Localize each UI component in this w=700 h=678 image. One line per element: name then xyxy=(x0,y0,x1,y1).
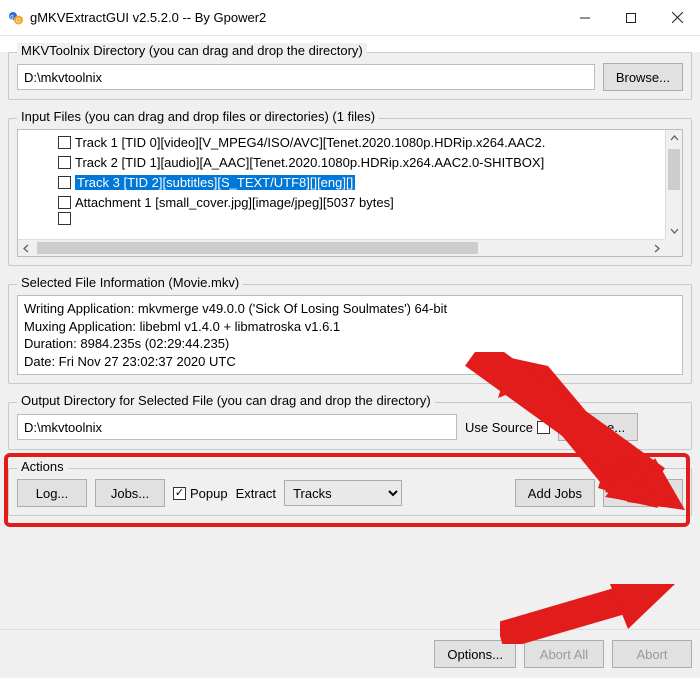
actions-group: Actions Log... Jobs... Popup Extract Tra… xyxy=(8,468,692,516)
options-button[interactable]: Options... xyxy=(434,640,516,668)
scroll-down-button[interactable] xyxy=(666,222,683,239)
output-dir-legend: Output Directory for Selected File (you … xyxy=(17,393,435,408)
mkvtoolnix-dir-legend: MKVToolnix Directory (you can drag and d… xyxy=(17,43,367,58)
bottom-bar: Options... Abort All Abort xyxy=(0,629,700,678)
tracks-tree[interactable]: Track 1 [TID 0][video][V_MPEG4/ISO/AVC][… xyxy=(17,129,683,257)
window-controls xyxy=(562,0,700,35)
output-dir-field[interactable] xyxy=(17,414,457,440)
close-button[interactable] xyxy=(654,0,700,35)
track-row[interactable]: Track 3 [TID 2][subtitles][S_TEXT/UTF8][… xyxy=(18,172,665,192)
minimize-button[interactable] xyxy=(562,0,608,35)
maximize-button[interactable] xyxy=(608,0,654,35)
extract-mode-select[interactable]: Tracks xyxy=(284,480,402,506)
track-checkbox[interactable] xyxy=(58,156,71,169)
input-files-group: Input Files (you can drag and drop files… xyxy=(8,118,692,266)
titlebar: g O gMKVExtractGUI v2.5.2.0 -- By Gpower… xyxy=(0,0,700,36)
popup-checkbox[interactable]: Popup xyxy=(173,486,228,501)
abort-button[interactable]: Abort xyxy=(612,640,692,668)
output-dir-group: Output Directory for Selected File (you … xyxy=(8,402,692,450)
track-row[interactable]: Track 1 [TID 0][video][V_MPEG4/ISO/AVC][… xyxy=(18,132,665,152)
window-title: gMKVExtractGUI v2.5.2.0 -- By Gpower2 xyxy=(30,10,562,25)
mkvtoolnix-dir-field[interactable] xyxy=(17,64,595,90)
svg-text:g: g xyxy=(10,14,13,20)
jobs-button[interactable]: Jobs... xyxy=(95,479,165,507)
popup-label: Popup xyxy=(190,486,228,501)
scroll-left-button[interactable] xyxy=(18,240,35,257)
scroll-up-button[interactable] xyxy=(666,130,683,147)
track-label: Attachment 1 [small_cover.jpg][image/jpe… xyxy=(75,195,394,210)
vertical-scrollbar[interactable] xyxy=(665,130,682,239)
app-icon: g O xyxy=(8,10,24,26)
abort-all-button[interactable]: Abort All xyxy=(524,640,604,668)
track-checkbox[interactable] xyxy=(58,176,71,189)
extract-button[interactable]: Extract xyxy=(603,479,683,507)
track-row[interactable] xyxy=(18,212,665,224)
file-info-legend: Selected File Information (Movie.mkv) xyxy=(17,275,243,290)
horizontal-scrollbar[interactable] xyxy=(18,239,665,256)
track-row[interactable]: Attachment 1 [small_cover.jpg][image/jpe… xyxy=(18,192,665,212)
add-jobs-button[interactable]: Add Jobs xyxy=(515,479,595,507)
track-label: Track 3 [TID 2][subtitles][S_TEXT/UTF8][… xyxy=(75,175,355,190)
file-info-text: Writing Application: mkvmerge v49.0.0 ('… xyxy=(17,295,683,375)
mkvtoolnix-browse-button[interactable]: Browse... xyxy=(603,63,683,91)
track-checkbox[interactable] xyxy=(58,196,71,209)
use-source-checkbox[interactable]: Use Source xyxy=(465,420,550,435)
use-source-label: Use Source xyxy=(465,420,533,435)
scroll-right-button[interactable] xyxy=(648,240,665,257)
track-row[interactable]: Track 2 [TID 1][audio][A_AAC][Tenet.2020… xyxy=(18,152,665,172)
track-checkbox[interactable] xyxy=(58,136,71,149)
log-button[interactable]: Log... xyxy=(17,479,87,507)
input-files-legend: Input Files (you can drag and drop files… xyxy=(17,109,379,124)
file-info-group: Selected File Information (Movie.mkv) Wr… xyxy=(8,284,692,384)
track-label: Track 2 [TID 1][audio][A_AAC][Tenet.2020… xyxy=(75,155,544,170)
svg-text:O: O xyxy=(16,18,21,24)
extract-mode-label: Extract xyxy=(236,486,276,501)
track-checkbox[interactable] xyxy=(58,212,71,225)
mkvtoolnix-dir-group: MKVToolnix Directory (you can drag and d… xyxy=(8,52,692,100)
actions-legend: Actions xyxy=(17,459,68,474)
output-browse-button[interactable]: Browse... xyxy=(558,413,638,441)
track-label: Track 1 [TID 0][video][V_MPEG4/ISO/AVC][… xyxy=(75,135,545,150)
